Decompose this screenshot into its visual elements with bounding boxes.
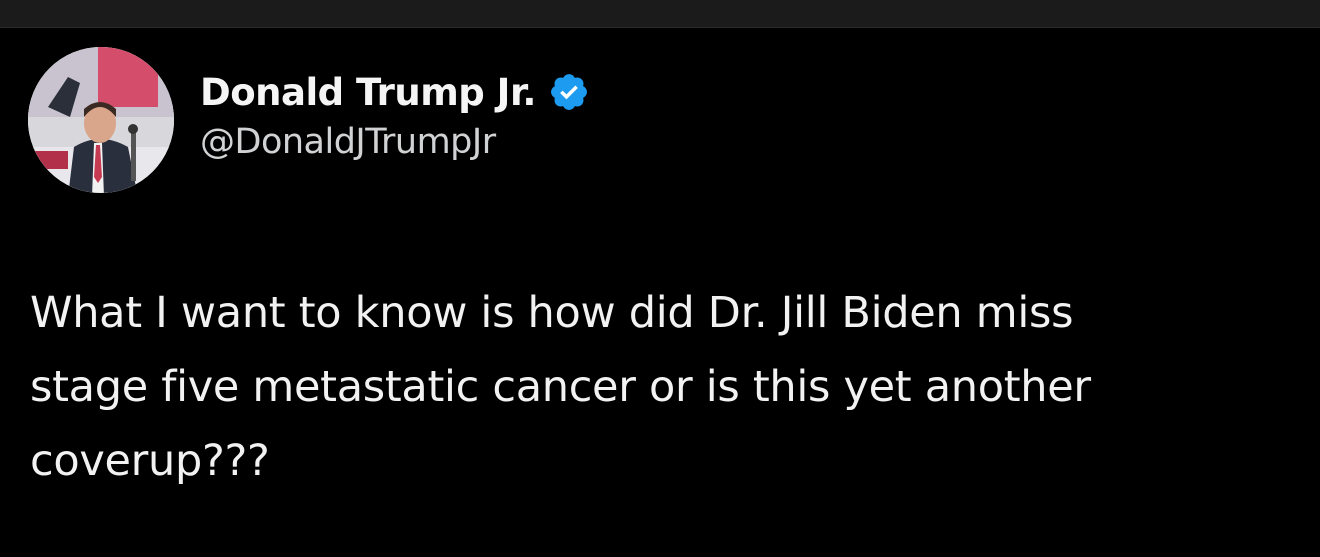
avatar[interactable] bbox=[28, 47, 174, 193]
avatar-photo bbox=[28, 47, 174, 193]
verified-badge-icon[interactable] bbox=[548, 71, 590, 113]
author-info: Donald Trump Jr. @DonaldJTrumpJr bbox=[200, 68, 590, 162]
name-row: Donald Trump Jr. bbox=[200, 68, 590, 116]
tweet-text-line: coverup??? bbox=[30, 436, 270, 486]
tweet-text-line: stage five metastatic cancer or is this … bbox=[30, 362, 1091, 412]
tweet-text: What I want to know is how did Dr. Jill … bbox=[30, 276, 1300, 498]
tweet-text-line: What I want to know is how did Dr. Jill … bbox=[30, 288, 1074, 338]
display-name[interactable]: Donald Trump Jr. bbox=[200, 71, 536, 114]
user-handle[interactable]: @DonaldJTrumpJr bbox=[200, 122, 590, 162]
top-bar bbox=[0, 0, 1320, 28]
